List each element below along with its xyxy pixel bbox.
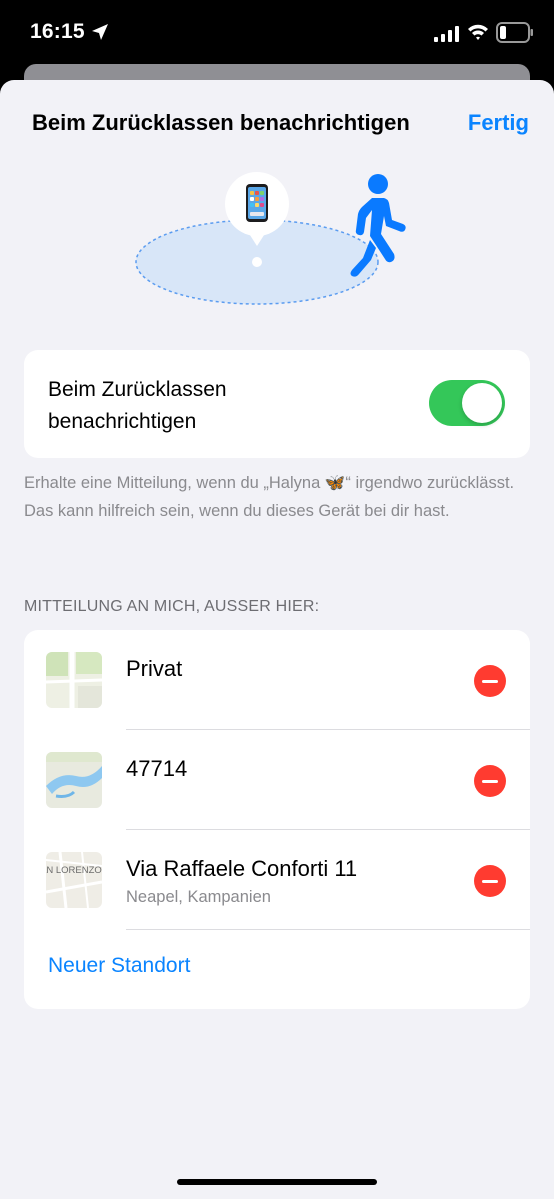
notify-description: Erhalte eine Mitteilung, wenn du „Halyna…	[24, 474, 515, 520]
location-subtitle: Neapel, Kampanien	[126, 888, 271, 906]
map-thumbnail-icon: AN LORENZO	[46, 852, 102, 908]
status-bar: 16:15	[0, 0, 554, 70]
location-name: Via Raffaele Conforti 11	[126, 856, 358, 881]
locations-list: Privat 47714 AN LORENZO Via Raffaele Con…	[24, 630, 530, 1009]
location-row[interactable]: 47714	[24, 730, 530, 830]
remove-location-button[interactable]	[474, 865, 506, 897]
left-behind-illustration	[135, 172, 406, 305]
notify-toggle-card: Beim Zurücklassen benachrichtigen	[24, 350, 530, 458]
location-arrow-icon	[92, 24, 108, 40]
remove-location-button[interactable]	[474, 765, 506, 797]
location-name: 47714	[126, 756, 188, 781]
row-divider	[126, 929, 530, 930]
location-name: Privat	[126, 656, 183, 681]
notify-toggle-label: Beim Zurücklassen benachrichtigen	[48, 378, 227, 433]
location-row[interactable]: AN LORENZO Via Raffaele Conforti 11 Neap…	[24, 830, 530, 930]
wifi-icon	[468, 24, 488, 40]
done-button[interactable]: Fertig	[468, 110, 529, 136]
map-thumbnail-icon	[46, 652, 102, 708]
status-time: 16:15	[30, 20, 85, 43]
cellular-signal-icon	[434, 26, 459, 42]
battery-icon	[496, 22, 533, 43]
notify-when-left-behind-sheet: Beim Zurücklassen benachrichtigen Fertig	[0, 80, 554, 1199]
location-row[interactable]: Privat	[24, 630, 530, 730]
section-header: MITTEILUNG AN MICH, AUSSER HIER:	[24, 598, 320, 615]
notify-toggle-switch[interactable]	[429, 380, 505, 426]
toggle-knob	[462, 383, 502, 423]
sheet-title: Beim Zurücklassen benachrichtigen	[32, 110, 410, 135]
new-location-button[interactable]: Neuer Standort	[48, 954, 190, 978]
remove-location-button[interactable]	[474, 665, 506, 697]
map-thumbnail-icon	[46, 752, 102, 808]
home-indicator	[177, 1179, 377, 1185]
svg-text:AN LORENZO: AN LORENZO	[46, 865, 102, 876]
